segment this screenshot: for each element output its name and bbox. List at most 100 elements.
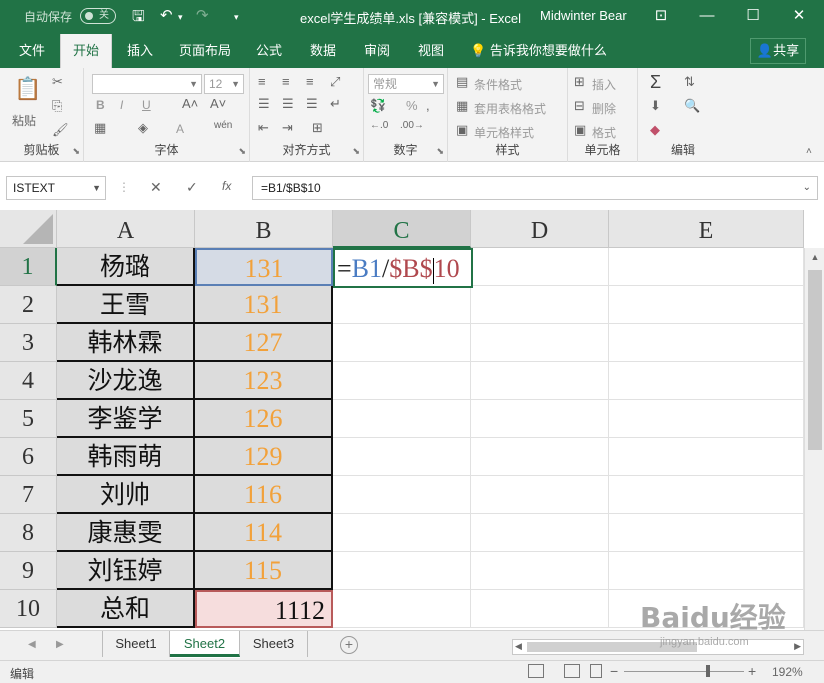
cell-d1[interactable]	[471, 248, 609, 286]
paste-label[interactable]: 粘贴	[12, 112, 36, 129]
fill-color-icon[interactable]: ◈	[138, 120, 148, 136]
cell-b3[interactable]: 127	[195, 324, 333, 362]
save-icon[interactable]: 🖫	[132, 6, 145, 31]
cell-d4[interactable]	[471, 362, 609, 400]
select-all-button[interactable]	[0, 210, 57, 248]
align-right-icon[interactable]: ☰	[306, 96, 318, 112]
cell-c6[interactable]	[333, 438, 471, 476]
column-header-e[interactable]: E	[609, 210, 804, 248]
wrap-text-icon[interactable]: ↵	[330, 96, 341, 112]
cell-d10[interactable]	[471, 590, 609, 628]
increase-indent-icon[interactable]: ⇥	[282, 120, 293, 136]
cell-a2[interactable]: 王雪	[57, 286, 195, 324]
cell-c8[interactable]	[333, 514, 471, 552]
scroll-left-icon[interactable]: ◀	[515, 641, 522, 652]
customize-toolbar-icon[interactable]: ▾	[234, 12, 239, 23]
cell-b8[interactable]: 114	[195, 514, 333, 552]
clipboard-launcher-icon[interactable]: ⬊	[72, 146, 80, 157]
conditional-format-icon[interactable]: ▤	[456, 74, 468, 90]
tab-home[interactable]: 开始	[60, 34, 112, 68]
undo-icon[interactable]: ↶	[160, 6, 173, 24]
tab-formulas[interactable]: 公式	[246, 34, 292, 68]
cell-b10[interactable]: 1112	[195, 590, 333, 628]
format-painter-icon[interactable]: 🖌	[52, 122, 69, 138]
spreadsheet-grid[interactable]: A B C D E 1 杨璐 131 2 王雪 131 3 韩林霖 127 4 沙龙逸 123 5 李鉴学…	[0, 210, 824, 630]
row-header-7[interactable]: 7	[0, 476, 57, 514]
cell-e5[interactable]	[609, 400, 804, 438]
zoom-in-icon[interactable]: +	[748, 663, 756, 679]
cell-c9[interactable]	[333, 552, 471, 590]
tell-me-box[interactable]: 💡 告诉我你想要做什么	[470, 34, 607, 68]
cell-d3[interactable]	[471, 324, 609, 362]
tab-review[interactable]: 审阅	[354, 34, 400, 68]
cancel-icon[interactable]: ✕	[150, 179, 162, 196]
comma-icon[interactable]: ,	[426, 98, 430, 113]
tab-insert[interactable]: 插入	[116, 34, 164, 68]
cell-a10[interactable]: 总和	[57, 590, 195, 628]
cell-e3[interactable]	[609, 324, 804, 362]
row-header-9[interactable]: 9	[0, 552, 57, 590]
tab-page-layout[interactable]: 页面布局	[172, 34, 238, 68]
align-bottom-icon[interactable]: ≡	[306, 74, 314, 89]
font-name-select[interactable]: ▼	[92, 74, 202, 94]
user-name[interactable]: Midwinter Bear	[540, 8, 627, 23]
format-cells-icon[interactable]: ▣	[574, 122, 586, 138]
italic-button[interactable]: I	[120, 98, 123, 112]
cell-e8[interactable]	[609, 514, 804, 552]
page-layout-view-icon[interactable]	[564, 664, 580, 678]
undo-dropdown-icon[interactable]: ▾	[178, 12, 183, 23]
name-box[interactable]: ISTEXT ▼	[6, 176, 106, 200]
phonetic-icon[interactable]: wén	[214, 120, 232, 131]
row-header-3[interactable]: 3	[0, 324, 57, 362]
row-header-5[interactable]: 5	[0, 400, 57, 438]
tab-view[interactable]: 视图	[408, 34, 454, 68]
row-header-10[interactable]: 10	[0, 590, 57, 628]
cell-e2[interactable]	[609, 286, 804, 324]
column-header-d[interactable]: D	[471, 210, 609, 248]
insert-cells-icon[interactable]: ⊞	[574, 74, 585, 90]
vertical-scroll-thumb[interactable]	[808, 270, 822, 450]
decrease-indent-icon[interactable]: ⇤	[258, 120, 269, 136]
cell-b2[interactable]: 131	[195, 286, 333, 324]
cell-a8[interactable]: 康惠雯	[57, 514, 195, 552]
cell-b1[interactable]: 131	[195, 248, 333, 286]
row-header-8[interactable]: 8	[0, 514, 57, 552]
cell-d2[interactable]	[471, 286, 609, 324]
ribbon-display-icon[interactable]: ⊡	[646, 4, 676, 28]
column-header-b[interactable]: B	[195, 210, 333, 248]
percent-button[interactable]: %	[406, 98, 418, 113]
underline-button[interactable]: U	[142, 98, 151, 112]
cell-e1[interactable]	[609, 248, 804, 286]
decrease-decimal-icon[interactable]: .00→	[400, 120, 424, 131]
formula-input[interactable]: =B1/$B$10 ⌄	[252, 176, 818, 200]
cell-a4[interactable]: 沙龙逸	[57, 362, 195, 400]
add-sheet-icon[interactable]: +	[340, 636, 358, 654]
maximize-icon[interactable]: ☐	[738, 4, 768, 28]
delete-cells-button[interactable]: 删除	[592, 100, 616, 117]
autosave-toggle[interactable]: 关	[80, 8, 116, 24]
cut-icon[interactable]: ✂	[52, 74, 63, 90]
orientation-icon[interactable]: ⤢	[330, 74, 340, 90]
close-icon[interactable]: ✕	[784, 4, 814, 28]
border-icon[interactable]: ▦	[94, 120, 106, 136]
cell-styles-icon[interactable]: ▣	[456, 122, 468, 138]
number-launcher-icon[interactable]: ⬊	[436, 146, 444, 157]
paste-icon[interactable]: 📋	[14, 76, 41, 102]
align-center-icon[interactable]: ☰	[282, 96, 294, 112]
sheet-tab-sheet1[interactable]: Sheet1	[102, 631, 170, 657]
scroll-up-icon[interactable]: ▲	[805, 252, 824, 262]
insert-cells-button[interactable]: 插入	[592, 76, 616, 93]
minimize-icon[interactable]: —	[692, 4, 722, 28]
cell-d9[interactable]	[471, 552, 609, 590]
tab-data[interactable]: 数据	[300, 34, 346, 68]
cell-d8[interactable]	[471, 514, 609, 552]
autosum-icon[interactable]: Σ	[650, 72, 661, 93]
column-header-c[interactable]: C	[333, 210, 471, 248]
cell-c5[interactable]	[333, 400, 471, 438]
find-select-icon[interactable]: 🔍	[684, 98, 700, 114]
align-top-icon[interactable]: ≡	[258, 74, 266, 89]
font-color-button[interactable]: A	[176, 122, 184, 136]
cell-b7[interactable]: 116	[195, 476, 333, 514]
cell-c3[interactable]	[333, 324, 471, 362]
decrease-font-icon[interactable]: A˅	[210, 96, 226, 111]
